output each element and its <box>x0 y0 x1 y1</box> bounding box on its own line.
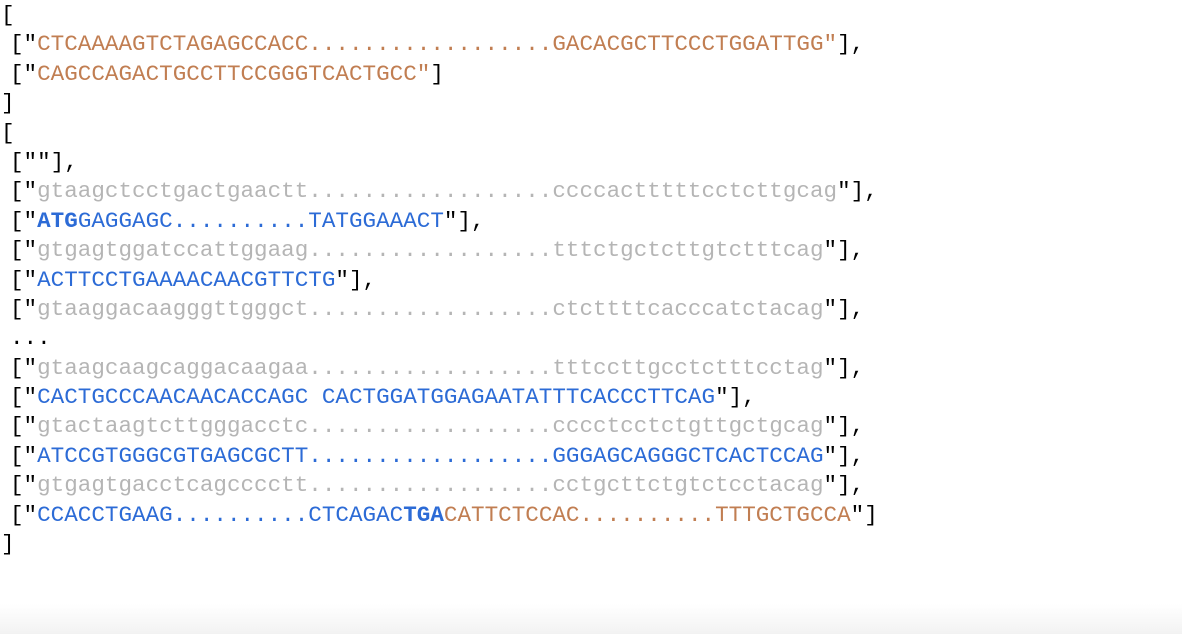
code-segment: " <box>823 413 838 440</box>
code-line: ["gtaagctcctgactgaactt..................… <box>0 177 1182 206</box>
code-line: [""], <box>0 148 1182 177</box>
code-segment: ], <box>837 472 865 499</box>
code-segment: CTCAAAAGTCTAGAGCCACC..................GA… <box>37 31 824 58</box>
code-line: ["CCACCTGAAG..........CTCAGACTGACATTCTCC… <box>0 501 1182 530</box>
code-segment: [" <box>10 413 38 440</box>
code-segment: [" <box>10 237 38 264</box>
code-segment: " <box>823 237 838 264</box>
code-segment: gtgagtggatccattggaag..................tt… <box>37 237 824 264</box>
code-segment: GAGGAGC..........TATGGAAACT <box>77 207 444 234</box>
code-segment: " <box>850 501 865 528</box>
code-line: ... <box>0 324 1182 353</box>
code-segment: [ <box>1 119 15 146</box>
code-segment: " <box>823 31 838 58</box>
code-segment: ATCCGTGGGCGTGAGCGCTT..................GG… <box>37 442 824 469</box>
code-line: ["gtgagtgacctcagcccctt..................… <box>0 471 1182 500</box>
code-segment: [" <box>10 472 38 499</box>
code-segment: " <box>416 60 431 87</box>
code-line: ["CTCAAAAGTCTAGAGCCACC..................… <box>0 30 1182 59</box>
code-line: ["ATCCGTGGGCGTGAGCGCTT..................… <box>0 442 1182 471</box>
code-segment: ], <box>837 237 865 264</box>
code-segment: CAGCCAGACTGCCTTCCGGGTCACTGCC <box>37 60 417 87</box>
codon-highlight: ATG <box>37 207 78 234</box>
code-segment: ] <box>1 531 15 558</box>
code-segment: [" <box>10 354 38 381</box>
code-segment: ], <box>837 354 865 381</box>
code-segment: " <box>823 295 838 322</box>
code-segment: gtaagctcctgactgaactt..................cc… <box>37 178 838 205</box>
code-segment: CATTCTCCAC..........TTTGCTGCCA <box>443 501 851 528</box>
code-segment: ] <box>864 501 878 528</box>
code-segment: ACTTCCTGAAAACAACGTTCTG <box>37 266 336 293</box>
code-segment: ... <box>10 325 51 352</box>
code-segment: [" <box>10 31 38 58</box>
code-segment: " <box>715 384 729 411</box>
code-segment: [" <box>10 501 38 528</box>
code-segment: " <box>443 207 458 234</box>
code-segment: " <box>837 178 851 205</box>
code-line: ["gtaaggacaagggttgggct..................… <box>0 295 1182 324</box>
code-segment: " <box>823 472 838 499</box>
code-line: ["gtaagcaagcaggacaagaa..................… <box>0 354 1182 383</box>
code-segment: gtactaagtcttgggacctc..................cc… <box>37 413 824 440</box>
code-line: ["CAGCCAGACTGCCTTCCGGGTCACTGCC"] <box>0 60 1182 89</box>
code-line: ["CACTGCCCAACAACACCAGC CACTGGATGGAGAATAT… <box>0 383 1182 412</box>
code-segment: [" <box>10 266 38 293</box>
code-segment: gtaagcaagcaggacaagaa..................tt… <box>37 354 824 381</box>
code-segment: [" <box>10 60 38 87</box>
code-segment: [""], <box>10 148 78 175</box>
code-segment: ], <box>837 295 865 322</box>
code-segment: ], <box>728 384 756 411</box>
codon-highlight: TGA <box>403 501 444 528</box>
code-segment: CACTGCCCAACAACACCAGC CACTGGATGGAGAATATTT… <box>37 384 716 411</box>
code-segment: gtgagtgacctcagcccctt..................cc… <box>37 472 824 499</box>
code-segment: [ <box>1 2 15 28</box>
code-line: ["gtactaagtcttgggacctc..................… <box>0 412 1182 441</box>
code-segment: ], <box>837 31 865 58</box>
code-segment: [" <box>10 442 38 469</box>
code-line: [ <box>0 119 1182 148</box>
code-segment: gtaaggacaagggttgggct..................ct… <box>37 295 824 322</box>
code-line: ["ACTTCCTGAAAACAACGTTCTG"], <box>0 266 1182 295</box>
code-segment: [" <box>10 384 38 411</box>
code-segment: ] <box>430 60 444 87</box>
code-segment: ], <box>837 442 865 469</box>
code-segment: [" <box>10 207 38 234</box>
code-line: [ <box>0 1 1182 30</box>
code-segment: ], <box>457 207 485 234</box>
code-segment: ], <box>348 266 377 293</box>
code-segment: CCACCTGAAG..........CTCAGAC <box>37 501 404 528</box>
code-line: ["gtgagtggatccattggaag..................… <box>0 236 1182 265</box>
sequence-listing: [["CTCAAAAGTCTAGAGCCACC.................… <box>0 0 1182 635</box>
code-segment: ], <box>837 413 865 440</box>
code-segment: " <box>823 354 838 381</box>
code-segment: " <box>823 442 838 469</box>
code-line: ["ATGGAGGAGC..........TATGGAAACT"], <box>0 207 1182 236</box>
code-segment: ] <box>1 90 15 117</box>
code-segment: ], <box>850 178 878 205</box>
code-line: ] <box>0 89 1182 118</box>
code-line: ] <box>0 530 1182 559</box>
code-segment: [" <box>10 295 38 322</box>
code-segment: " <box>335 266 349 293</box>
code-segment: [" <box>10 178 38 205</box>
